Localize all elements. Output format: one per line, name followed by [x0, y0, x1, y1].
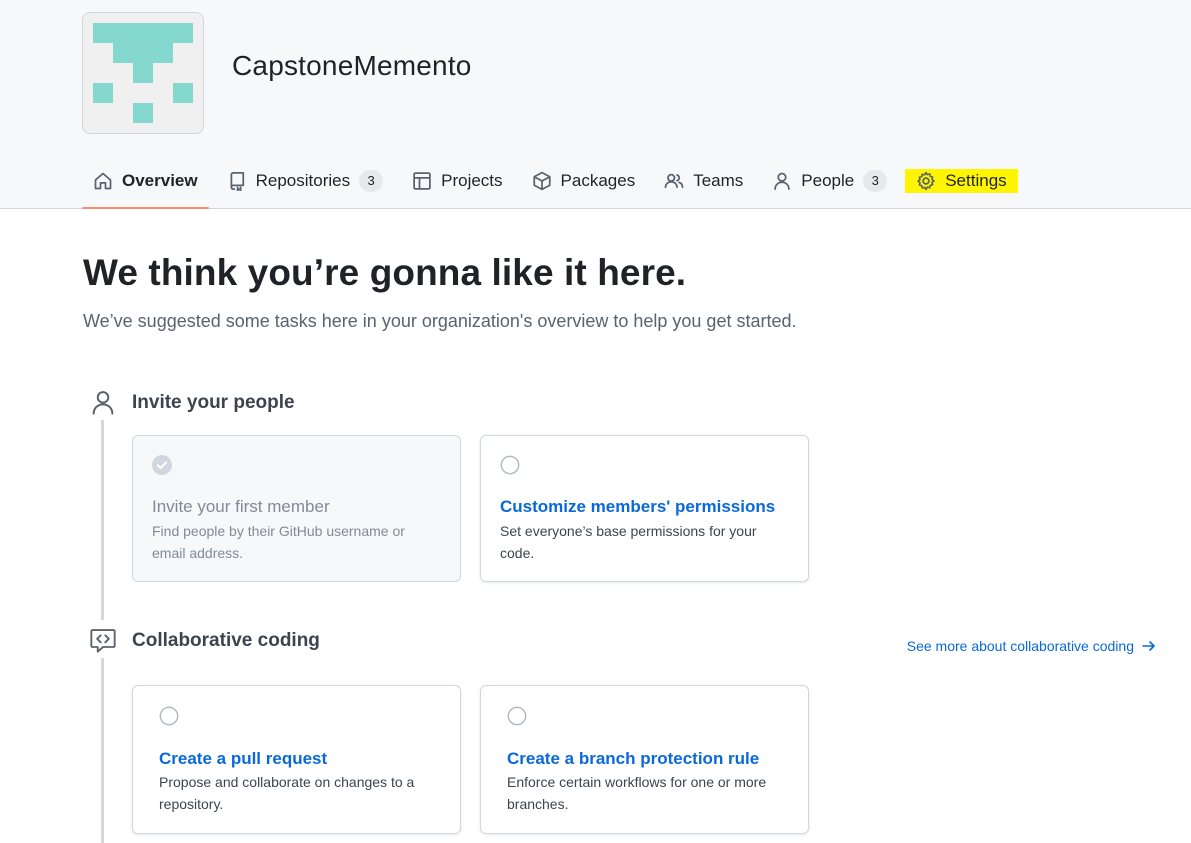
code-review-icon: [90, 629, 116, 653]
people-icon: [664, 173, 684, 189]
person-icon: [92, 391, 114, 415]
tab-packages-label: Packages: [560, 171, 636, 190]
arrow-right-icon: [1142, 641, 1155, 651]
tab-teams-label: Teams: [693, 171, 744, 190]
tab-settings[interactable]: Settings: [905, 169, 1018, 193]
org-header: CapstoneMemento Overview Repositories 3 …: [0, 0, 1191, 209]
page-subtitle: We’ve suggested some tasks here in your …: [83, 311, 797, 331]
org-nav: Overview Repositories 3 Projects Package…: [82, 158, 1025, 209]
tab-people[interactable]: People 3: [761, 158, 898, 204]
people-count-badge: 3: [863, 170, 888, 192]
package-icon: [532, 171, 551, 191]
task-title-link[interactable]: Customize members' permissions: [500, 497, 775, 517]
tab-settings-label: Settings: [945, 171, 1007, 190]
tab-teams[interactable]: Teams: [653, 158, 754, 204]
section-title-invite: Invite your people: [132, 392, 295, 413]
task-description: Find people by their GitHub username or …: [152, 523, 405, 561]
empty-circle-icon: [500, 455, 520, 475]
tab-projects[interactable]: Projects: [401, 158, 513, 204]
repositories-count-badge: 3: [359, 170, 384, 192]
repo-icon: [230, 172, 244, 191]
timeline-line: [101, 420, 104, 620]
task-card-branch-protection[interactable]: Create a branch protection rule Enforce …: [480, 685, 809, 834]
tab-people-label: People: [801, 171, 855, 190]
see-more-collab-link[interactable]: See more about collaborative coding: [907, 638, 1157, 654]
table-icon: [413, 172, 431, 190]
tab-repositories-label: Repositories: [255, 171, 351, 190]
org-avatar[interactable]: [82, 12, 204, 134]
tab-packages[interactable]: Packages: [521, 158, 647, 204]
identicon-image: [93, 23, 193, 123]
timeline-line: [101, 658, 104, 843]
tab-projects-label: Projects: [441, 171, 503, 190]
tab-repositories[interactable]: Repositories 3: [216, 158, 395, 204]
task-title-link[interactable]: Create a branch protection rule: [507, 749, 759, 769]
task-title-link[interactable]: Create a pull request: [159, 749, 327, 769]
person-icon: [774, 172, 791, 190]
tab-overview-label: Overview: [122, 171, 198, 190]
task-title: Invite your first member: [152, 497, 330, 516]
task-card-pull-request[interactable]: Create a pull request Propose and collab…: [132, 685, 461, 834]
check-circle-icon: [152, 455, 172, 475]
task-description: Enforce certain workflows for one or mor…: [507, 774, 767, 812]
see-more-label: See more about collaborative coding: [906, 638, 1134, 654]
gear-icon: [917, 171, 936, 191]
task-description: Propose and collaborate on changes to a …: [159, 774, 415, 812]
org-name: CapstoneMemento: [232, 50, 472, 81]
empty-circle-icon: [507, 706, 527, 726]
tab-overview[interactable]: Overview: [82, 158, 209, 209]
page-title: We think you’re gonna like it here.: [83, 252, 687, 293]
section-title-collab: Collaborative coding: [132, 630, 320, 651]
home-icon: [94, 172, 112, 190]
task-card-invite-member[interactable]: Invite your first member Find people by …: [132, 435, 461, 582]
task-description: Set everyone’s base permissions for your…: [500, 523, 757, 561]
task-card-member-permissions[interactable]: Customize members' permissions Set every…: [480, 435, 809, 582]
empty-circle-icon: [159, 706, 179, 726]
